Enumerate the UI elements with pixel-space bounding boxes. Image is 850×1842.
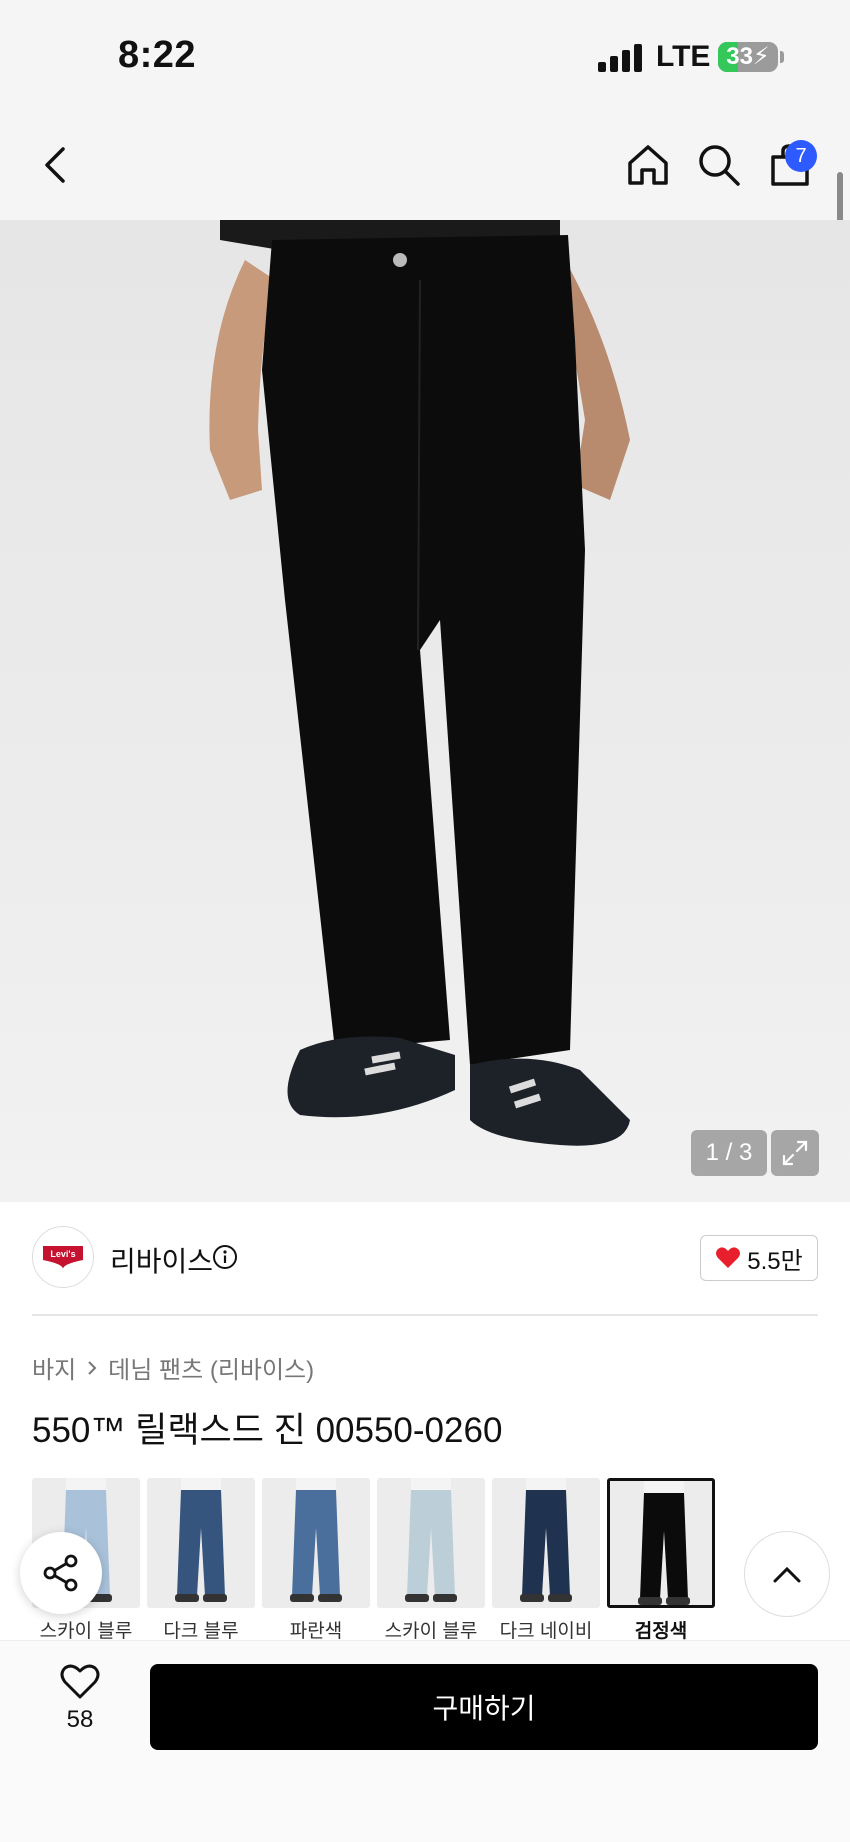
battery-cap — [780, 51, 784, 63]
color-swatch[interactable]: 검정색 — [607, 1478, 715, 1643]
scroll-to-top-button[interactable] — [744, 1531, 830, 1617]
svg-text:Levi's: Levi's — [50, 1249, 75, 1259]
share-icon — [43, 1554, 78, 1592]
search-icon — [699, 145, 740, 186]
status-time: 8:22 — [118, 34, 197, 76]
color-swatch-label: 파란색 — [289, 1621, 343, 1642]
color-swatch-image — [607, 1478, 715, 1608]
breadcrumb: 바지 데님 팬츠 (리바이스) — [32, 1350, 314, 1385]
brand-like-count: 5.5만 — [747, 1247, 803, 1275]
heart-outline-icon — [60, 1664, 100, 1699]
color-swatch-label: 스카이 블루 — [384, 1621, 478, 1642]
color-swatch-label: 다크 블루 — [163, 1621, 239, 1642]
battery-icon: 33⚡ — [718, 42, 778, 72]
back-button[interactable] — [20, 110, 90, 220]
color-swatch-image — [492, 1478, 600, 1608]
top-nav — [0, 110, 850, 220]
cart-count-badge: 7 — [785, 140, 817, 172]
expand-image-button[interactable] — [771, 1130, 819, 1176]
back-icon — [45, 147, 65, 183]
color-swatch-image — [377, 1478, 485, 1608]
color-swatch[interactable]: 다크 네이비 — [492, 1478, 600, 1643]
brand-logo[interactable]: Levi's — [32, 1226, 94, 1288]
buy-button[interactable]: 구매하기 — [150, 1664, 818, 1750]
battery-percent: 33⚡ — [726, 43, 770, 70]
breadcrumb-subcategory[interactable]: 데님 팬츠 (리바이스) — [108, 1350, 314, 1385]
color-swatch-list: 스카이 블루 다크 블루 파란색 스카이 블루 다크 네이비 검정색 — [32, 1478, 818, 1642]
levis-logo-icon: Levi's — [43, 1246, 83, 1269]
color-swatch-label: 검정색 — [634, 1621, 688, 1642]
search-button[interactable] — [684, 110, 754, 220]
image-counter: 1 / 3 — [691, 1130, 767, 1176]
color-swatch-label: 스카이 블루 — [39, 1621, 133, 1642]
brand-name[interactable]: 리바이스 — [110, 1240, 213, 1280]
wishlist-count: 58 — [66, 1706, 94, 1733]
share-button[interactable] — [20, 1532, 102, 1614]
heart-filled-icon — [716, 1247, 741, 1268]
chevron-right-icon — [88, 1360, 97, 1375]
breadcrumb-category[interactable]: 바지 — [32, 1350, 76, 1385]
product-photo-illustration — [209, 220, 630, 1146]
chevron-up-icon — [773, 1566, 801, 1583]
home-button[interactable] — [613, 110, 683, 220]
wishlist-button[interactable]: 58 — [40, 1664, 120, 1754]
product-image[interactable] — [0, 220, 850, 1202]
color-swatch[interactable]: 스카이 블루 — [377, 1478, 485, 1643]
network-label: LTE — [656, 40, 711, 73]
color-swatch[interactable]: 다크 블루 — [147, 1478, 255, 1643]
brand-like-button[interactable]: 5.5만 — [700, 1235, 818, 1281]
product-title: 550™ 릴랙스드 진 00550-0260 — [32, 1411, 503, 1450]
color-swatch[interactable]: 파란색 — [262, 1478, 370, 1643]
color-swatch-label: 다크 네이비 — [499, 1621, 593, 1642]
divider — [32, 1314, 818, 1316]
color-swatch-image — [147, 1478, 255, 1608]
home-icon — [628, 145, 668, 185]
status-bar: 8:22 LTE 33⚡ — [0, 0, 850, 110]
signal-icon — [598, 44, 644, 72]
info-icon[interactable] — [212, 1244, 238, 1270]
color-swatch-image — [262, 1478, 370, 1608]
expand-icon — [782, 1140, 808, 1166]
